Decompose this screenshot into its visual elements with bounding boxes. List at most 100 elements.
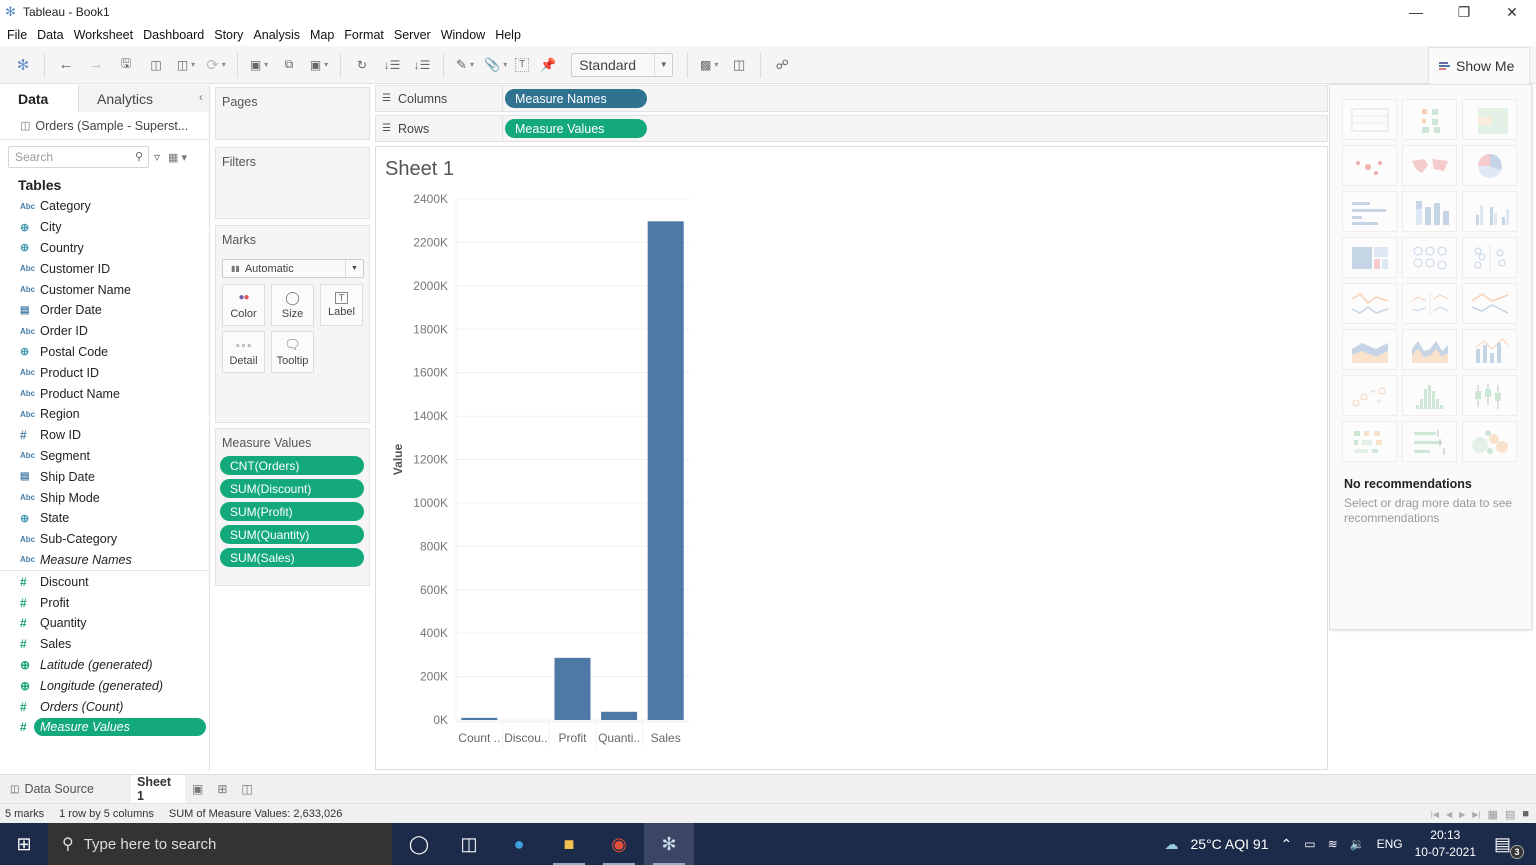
sheet-1-tab[interactable]: Sheet 1 [131,774,185,804]
show-me-pie-chart-icon[interactable] [1462,145,1517,186]
field-product-id[interactable]: Abc Product ID [0,362,209,383]
field-row-id[interactable]: # Row ID [0,425,209,446]
field-sub-category[interactable]: Abc Sub-Category [0,529,209,550]
field-discount[interactable]: # Discount [0,571,209,592]
edge-icon[interactable]: ● [494,823,544,865]
filter-icon[interactable]: ▿ [154,150,160,164]
undo-button[interactable]: ← [55,51,77,79]
view-options-icon[interactable]: ▦ ▾ [168,151,187,164]
data-source-item[interactable]: ◫ Orders (Sample - Superst... [0,112,209,140]
save-button[interactable]: 🖫 [115,51,137,79]
redo-button[interactable]: → [85,51,107,79]
battery-icon[interactable]: ▭ [1304,837,1315,851]
field-region[interactable]: Abc Region [0,404,209,425]
show-me-bullet-graph-icon[interactable] [1402,421,1457,462]
menu-dashboard[interactable]: Dashboard [143,28,204,42]
show-me-area-discrete-icon[interactable] [1402,329,1457,370]
menu-file[interactable]: File [7,28,27,42]
field-orders-count[interactable]: # Orders (Count) [0,696,209,717]
group-members-button[interactable]: 📎 ▾ [484,51,507,79]
data-source-tab[interactable]: ◫ Data Source [0,775,131,804]
taskbar-search[interactable]: ⚲ Type here to search [48,823,392,865]
file-explorer-icon[interactable]: ■ [544,823,594,865]
rows-shelf[interactable]: ☰ Rows Measure Values [375,115,1328,142]
show-me-histogram-icon[interactable] [1402,375,1457,416]
measure-pill-sum-quantity[interactable]: SUM(Quantity) [220,525,364,544]
tab-data[interactable]: Data [0,85,78,112]
menu-help[interactable]: Help [495,28,521,42]
new-data-source-button[interactable]: ◫ [145,51,167,79]
collapse-pane-icon[interactable]: ‹ [199,90,203,104]
measure-pill-sum-discount[interactable]: SUM(Discount) [220,479,364,498]
field-customer-id[interactable]: Abc Customer ID [0,258,209,279]
clock[interactable]: 20:13 10-07-2021 [1415,827,1476,861]
highlight-button[interactable]: ✎ ▾ [454,51,476,79]
show-me-side-by-side-circles-icon[interactable] [1462,237,1517,278]
show-me-treemap-icon[interactable] [1342,237,1397,278]
show-me-packed-bubbles-icon[interactable] [1462,421,1517,462]
field-customer-name[interactable]: Abc Customer Name [0,279,209,300]
show-mark-labels-button[interactable]: T [515,57,530,72]
close-button[interactable]: ✕ [1488,0,1536,24]
menu-analysis[interactable]: Analysis [253,28,300,42]
show-me-horizontal-bars-icon[interactable] [1342,191,1397,232]
menu-window[interactable]: Window [441,28,485,42]
field-segment[interactable]: Abc Segment [0,446,209,467]
sheet-title[interactable]: Sheet 1 [385,158,454,181]
field-ship-date[interactable]: ▤ Ship Date [0,466,209,487]
refresh-button[interactable]: ⟳ ▾ [205,51,227,79]
measure-names-pill[interactable]: Measure Names [505,89,647,108]
show-me-text-table-icon[interactable] [1342,99,1397,140]
last-sheet-icon[interactable]: ▶| [1472,810,1480,819]
first-sheet-icon[interactable]: |◀ [1431,810,1439,819]
measure-pill-sum-sales[interactable]: SUM(Sales) [220,548,364,567]
menu-data[interactable]: Data [37,28,63,42]
field-longitude-generated[interactable]: ⊕ Longitude (generated) [0,675,209,696]
tableau-home-icon[interactable]: ✻ [12,51,34,79]
menu-server[interactable]: Server [394,28,431,42]
columns-shelf[interactable]: ☰ Columns Measure Names [375,85,1328,112]
swap-rows-columns-button[interactable]: ↻ [351,51,373,79]
field-search-input[interactable]: Search ⚲ [8,146,149,168]
show-me-circle-views-icon[interactable] [1402,237,1457,278]
sort-ascending-button[interactable]: ↓☰ [381,51,403,79]
show-me-area-continuous-icon[interactable] [1342,329,1397,370]
show-hidden-icons[interactable]: ⌃ [1281,836,1293,853]
field-state[interactable]: ⊕ State [0,508,209,529]
pages-card[interactable]: Pages [215,87,370,140]
new-dashboard-icon[interactable]: ⊞ [210,775,234,804]
sort-descending-button[interactable]: ↓☰ [411,51,433,79]
menu-story[interactable]: Story [214,28,243,42]
menu-map[interactable]: Map [310,28,334,42]
show-cards-button[interactable]: ▩ ▾ [698,51,720,79]
wifi-icon[interactable]: ≋ [1328,837,1338,851]
field-postal-code[interactable]: ⊕ Postal Code [0,342,209,363]
tab-analytics[interactable]: Analytics ‹ [78,85,209,112]
menu-format[interactable]: Format [344,28,384,42]
field-country[interactable]: ⊕ Country [0,238,209,259]
field-measure-names[interactable]: Abc Measure Names [0,550,209,571]
notifications-icon[interactable]: ▤ 3 [1494,834,1524,859]
tableau-taskbar-icon[interactable]: ✻ [644,823,694,865]
language-indicator[interactable]: ENG [1377,837,1403,851]
windows-start-icon[interactable]: ⊞ [0,823,48,865]
chrome-icon[interactable]: ◉ [594,823,644,865]
tabs-view-icon[interactable]: ■ [1522,808,1529,820]
clear-sheet-button[interactable]: ▣ ▾ [308,51,330,79]
field-quantity[interactable]: # Quantity [0,613,209,634]
color-button[interactable]: ●● Color [222,284,265,326]
next-sheet-icon[interactable]: ▶ [1459,810,1465,819]
show-me-dual-lines-icon[interactable] [1462,283,1517,324]
show-me-symbol-map-icon[interactable] [1342,145,1397,186]
show-me-button[interactable]: Show Me [1428,47,1530,84]
sheet-sorter-icon[interactable]: ▦ [1488,808,1498,821]
fit-mode-dropdown[interactable]: Standard ▼ [571,52,674,77]
field-product-name[interactable]: Abc Product Name [0,383,209,404]
filmstrip-icon[interactable]: ▤ [1505,808,1515,821]
show-me-side-by-side-bars-icon[interactable] [1462,191,1517,232]
presentation-mode-button[interactable]: ◫ [728,51,750,79]
filters-card[interactable]: Filters [215,147,370,219]
field-order-id[interactable]: Abc Order ID [0,321,209,342]
show-me-box-whisker-icon[interactable] [1462,375,1517,416]
size-button[interactable]: ◯ Size [271,284,314,326]
